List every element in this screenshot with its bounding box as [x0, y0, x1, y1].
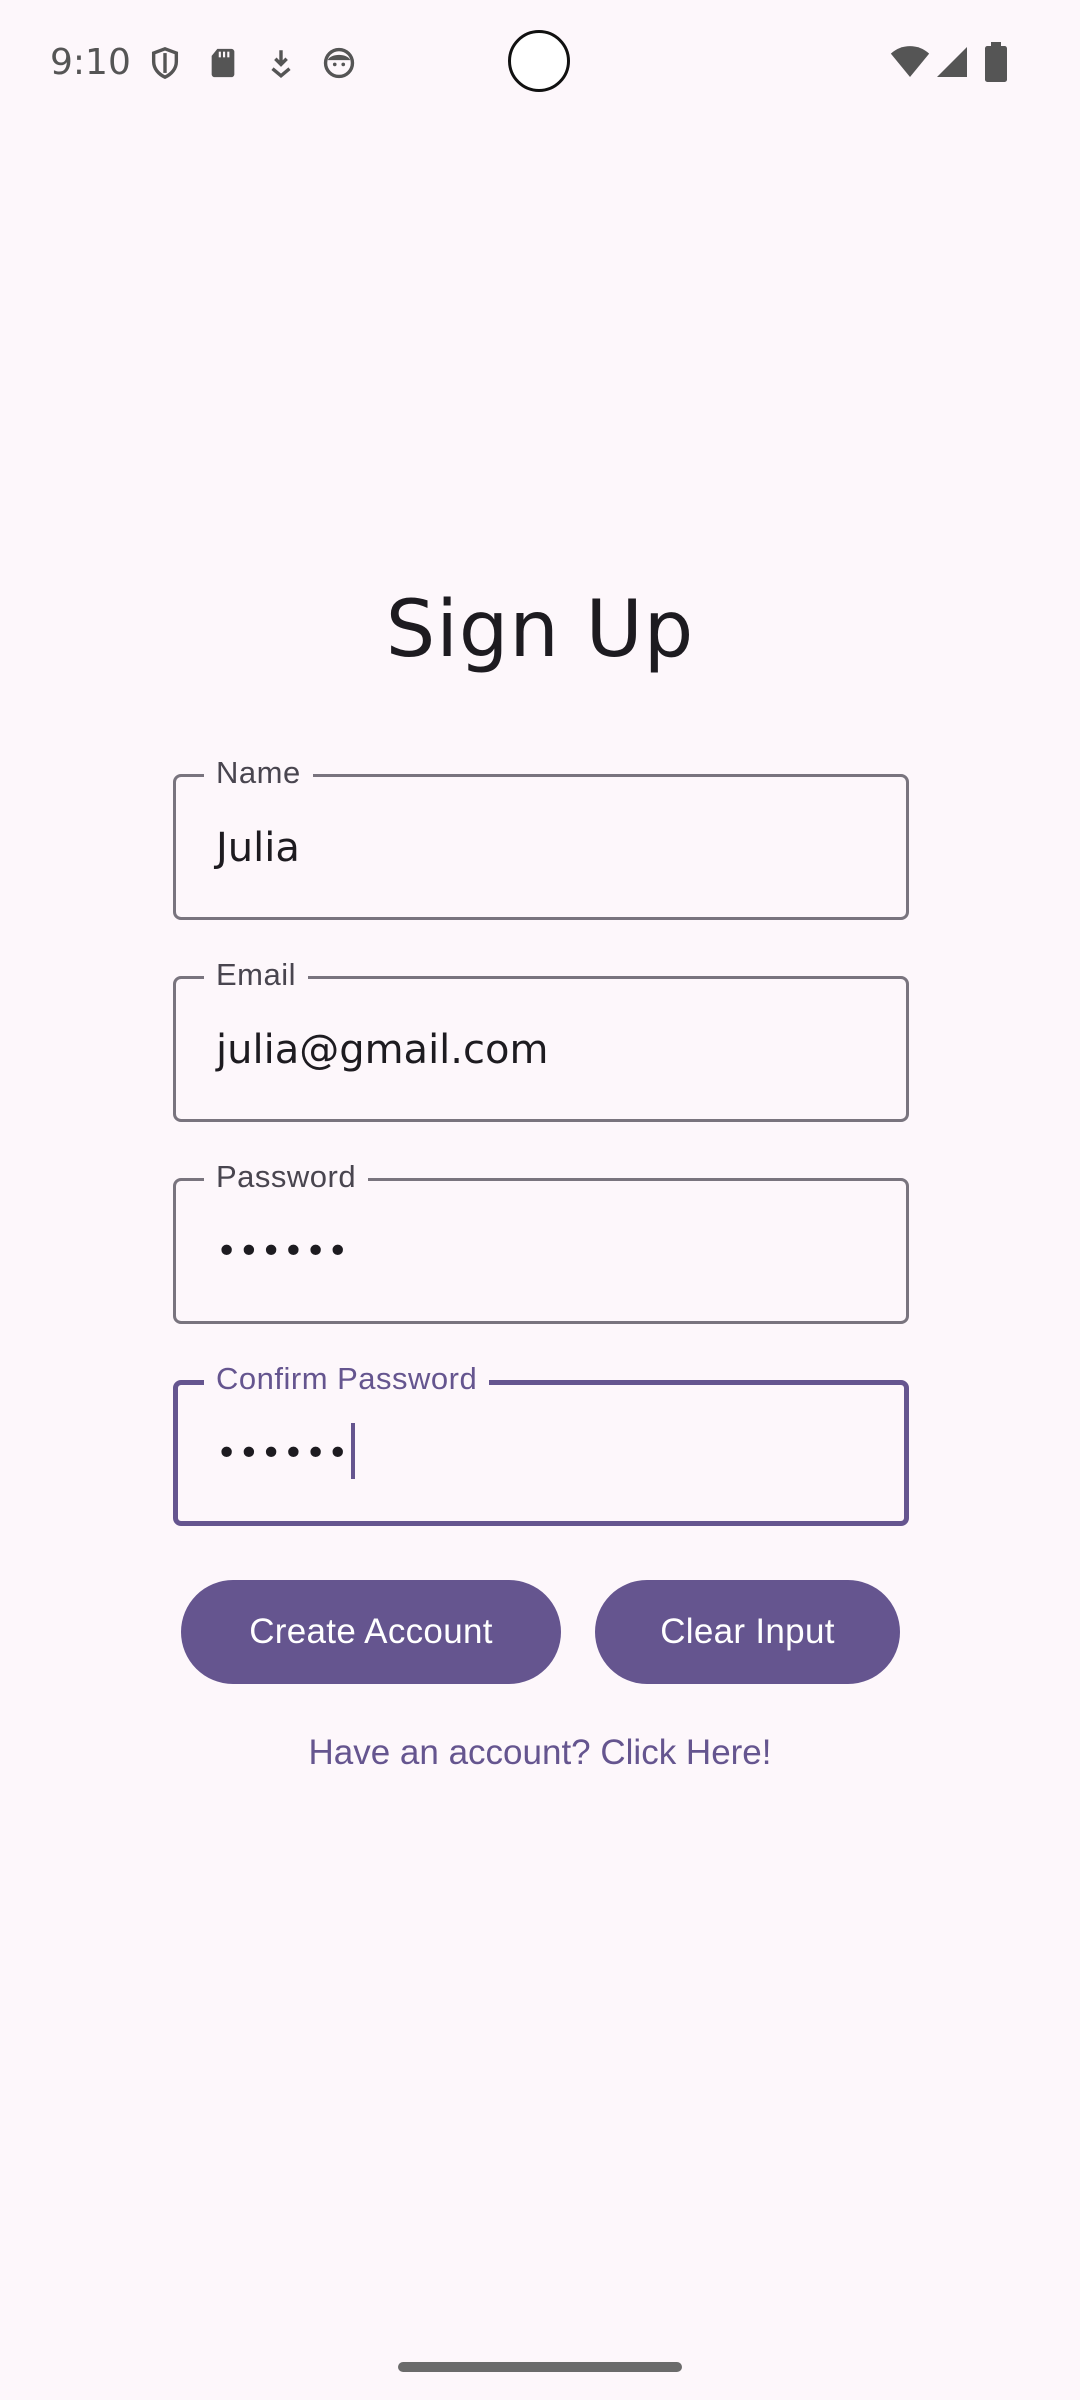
name-field-label: Name: [204, 753, 313, 793]
status-time: 9:10: [50, 42, 131, 83]
shield-icon: [148, 46, 182, 80]
download-icon: [264, 46, 298, 80]
signal-icon: [934, 44, 970, 80]
status-bar: 9:10: [0, 0, 1080, 130]
email-field[interactable]: Email julia@gmail.com: [173, 955, 909, 1122]
create-account-button[interactable]: Create Account: [181, 1580, 561, 1684]
password-field-value: ••••••: [216, 1231, 350, 1272]
sd-card-icon: [206, 46, 240, 80]
name-field[interactable]: Name Julia: [173, 753, 909, 920]
battery-icon: [984, 42, 1008, 82]
page-title: Sign Up: [385, 585, 695, 675]
password-field-label: Password: [204, 1157, 369, 1197]
confirm-password-field-value: ••••••: [216, 1433, 350, 1474]
login-link[interactable]: Have an account? Click Here!: [0, 1733, 1080, 1773]
confirm-password-field[interactable]: Confirm Password ••••••: [173, 1359, 909, 1526]
email-field-label: Email: [204, 955, 309, 995]
confirm-password-field-label: Confirm Password: [204, 1359, 490, 1399]
text-cursor: [351, 1423, 356, 1479]
name-field-value: Julia: [216, 825, 300, 871]
email-field-value: julia@gmail.com: [216, 1027, 549, 1073]
face-icon: [322, 46, 356, 80]
home-indicator[interactable]: [398, 2362, 682, 2372]
camera-cutout: [508, 30, 570, 92]
password-field[interactable]: Password ••••••: [173, 1157, 909, 1324]
confirm-password-field-value-wrap: ••••••: [216, 1423, 356, 1480]
clear-input-button[interactable]: Clear Input: [595, 1580, 900, 1684]
wifi-icon: [890, 44, 930, 80]
